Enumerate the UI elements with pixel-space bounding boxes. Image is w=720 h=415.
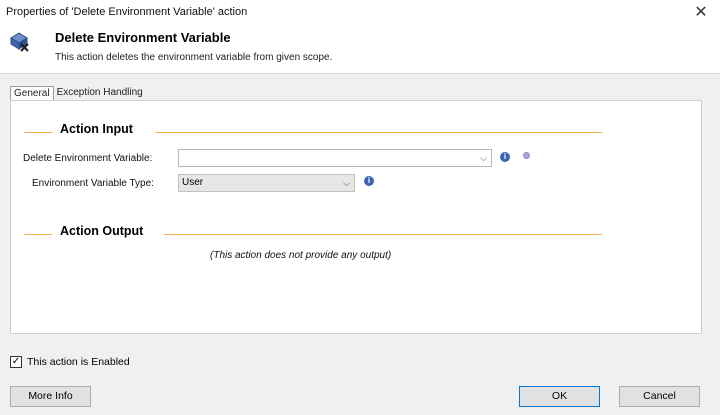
enabled-label: This action is Enabled — [27, 356, 130, 368]
chevron-down-icon[interactable]: ⌵ — [480, 150, 487, 166]
action-title: Delete Environment Variable — [55, 30, 231, 45]
section-line-left — [24, 234, 52, 235]
section-title-action-input: Action Input — [60, 122, 133, 136]
close-icon[interactable]: ✕ — [692, 3, 710, 21]
window-title: Properties of 'Delete Environment Variab… — [6, 6, 248, 18]
enabled-toggle[interactable]: ✓ This action is Enabled — [10, 356, 130, 368]
variable-type-select[interactable]: User ⌵ — [178, 174, 355, 192]
section-line-right — [164, 234, 602, 235]
tab-general[interactable]: General — [10, 86, 54, 100]
delete-env-variable-icon — [10, 32, 29, 52]
expression-dot-icon[interactable] — [523, 152, 530, 159]
no-output-note: (This action does not provide any output… — [210, 250, 392, 261]
tab-exception-handling[interactable]: Exception Handling — [54, 86, 146, 100]
variable-type-label: Environment Variable Type: — [32, 178, 154, 189]
action-header: Delete Environment Variable This action … — [0, 24, 720, 74]
variable-type-value: User — [182, 177, 204, 188]
section-line-left — [24, 132, 52, 133]
delete-variable-combobox[interactable]: ⌵ — [178, 149, 492, 167]
variable-type-info-icon[interactable]: i — [364, 176, 374, 186]
delete-variable-label: Delete Environment Variable: — [23, 153, 153, 164]
title-bar: Properties of 'Delete Environment Variab… — [0, 0, 720, 24]
ok-button[interactable]: OK — [519, 386, 600, 407]
cancel-button[interactable]: Cancel — [619, 386, 700, 407]
more-info-button[interactable]: More Info — [10, 386, 91, 407]
variable-insert-icon[interactable]: i — [500, 152, 510, 162]
enabled-checkbox[interactable]: ✓ — [10, 356, 22, 368]
action-description: This action deletes the environment vari… — [55, 52, 333, 63]
section-line-right — [156, 132, 602, 133]
tab-strip: General Exception Handling — [10, 86, 146, 100]
general-panel: Action Input Delete Environment Variable… — [10, 100, 702, 334]
chevron-down-icon[interactable]: ⌵ — [343, 175, 350, 191]
section-title-action-output: Action Output — [60, 224, 144, 238]
